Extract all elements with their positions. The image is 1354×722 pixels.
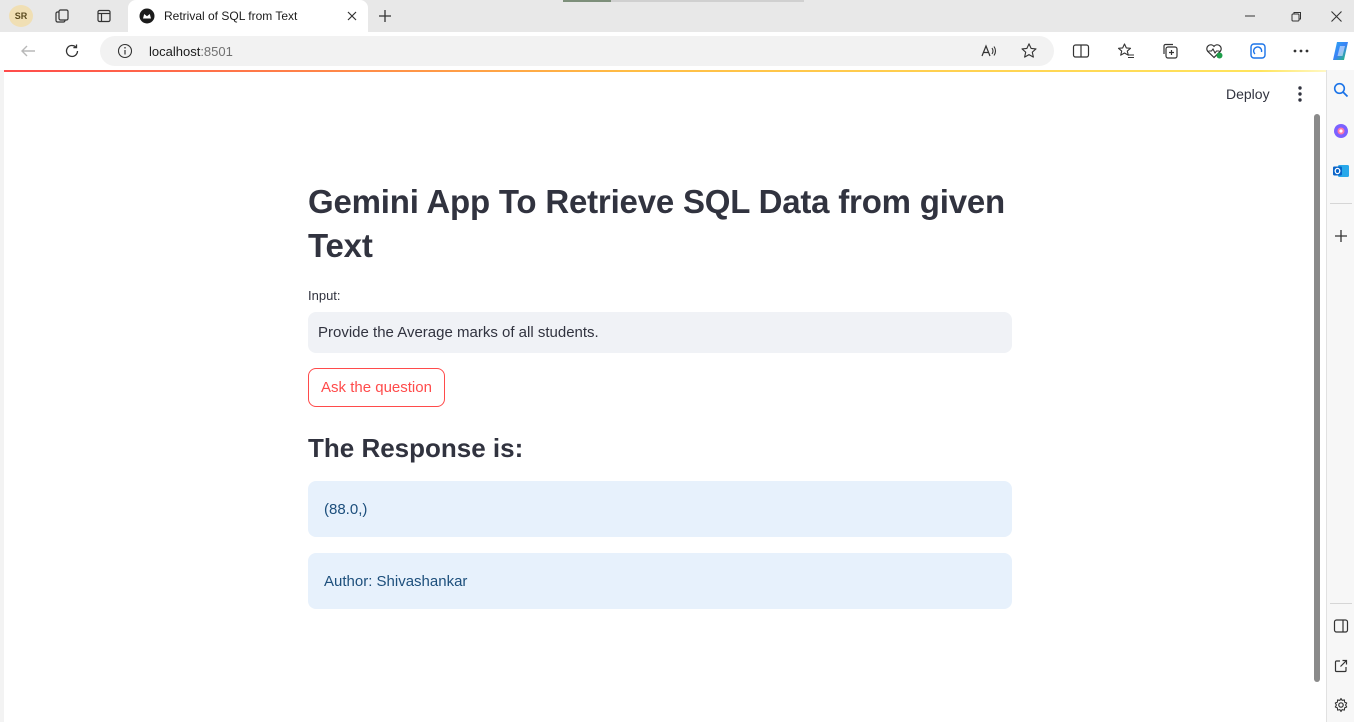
response-heading: The Response is:	[308, 433, 524, 463]
performance-icon[interactable]	[1244, 38, 1272, 64]
sidebar-divider	[1330, 203, 1352, 204]
address-host: localhost	[149, 44, 201, 59]
header-decoration-bar	[4, 70, 1326, 72]
main-menu-icon[interactable]	[1288, 83, 1312, 105]
close-window-icon[interactable]	[1319, 0, 1354, 32]
ask-question-button[interactable]: Ask the question	[308, 368, 445, 407]
add-icon[interactable]	[1331, 226, 1351, 246]
copilot-icon[interactable]	[1328, 38, 1354, 64]
info-icon[interactable]	[117, 43, 133, 59]
minimize-icon[interactable]	[1227, 0, 1273, 32]
drag-region-marker	[611, 0, 804, 2]
search-icon[interactable]	[1331, 80, 1351, 100]
question-input[interactable]	[308, 312, 1012, 353]
tab-strip: SR Retrival of SQL from Text	[0, 0, 1354, 32]
restore-icon[interactable]	[1273, 0, 1319, 32]
back-arrow-icon[interactable]	[14, 38, 42, 64]
response-box: (88.0,)	[308, 481, 1012, 537]
close-tab-icon[interactable]	[344, 8, 360, 24]
copilot-icon[interactable]	[1331, 121, 1351, 141]
author-text: Author: Shivashankar	[324, 572, 468, 590]
profile-avatar[interactable]: SR	[9, 5, 33, 27]
tab-title: Retrival of SQL from Text	[164, 9, 298, 23]
browser-toolbar: localhost:8501	[0, 32, 1354, 70]
drag-region-marker	[563, 0, 611, 2]
address-bar[interactable]: localhost:8501	[100, 36, 1054, 66]
streamlit-favicon-icon	[139, 8, 155, 24]
address-text[interactable]: localhost:8501	[149, 44, 233, 59]
refresh-icon[interactable]	[58, 38, 86, 64]
heart-pulse-icon[interactable]	[1200, 38, 1228, 64]
split-screen-icon[interactable]	[1067, 38, 1095, 64]
sidebar-toggle-icon[interactable]	[1331, 616, 1351, 636]
tab-actions-icon[interactable]	[92, 5, 116, 27]
favorites-icon[interactable]	[1112, 38, 1140, 64]
more-dots-icon[interactable]	[1287, 38, 1315, 64]
workspaces-icon[interactable]	[50, 5, 74, 27]
active-tab[interactable]: Retrival of SQL from Text	[128, 0, 368, 32]
sidebar-divider	[1330, 603, 1352, 604]
deploy-button[interactable]: Deploy	[1218, 83, 1278, 105]
star-icon[interactable]	[1019, 41, 1039, 61]
page-title: Gemini App To Retrieve SQL Data from giv…	[308, 183, 1005, 264]
page-scrollbar[interactable]	[1314, 114, 1320, 682]
read-aloud-icon[interactable]	[979, 41, 999, 61]
settings-icon[interactable]	[1331, 695, 1351, 715]
collections-icon[interactable]	[1156, 38, 1184, 64]
outlook-icon[interactable]	[1331, 161, 1351, 181]
external-link-icon[interactable]	[1331, 656, 1351, 676]
edge-sidebar	[1326, 70, 1354, 722]
address-port: :8501	[200, 44, 233, 59]
author-box: Author: Shivashankar	[308, 553, 1012, 609]
page-viewport: Deploy Gemini App To Retrieve SQL Data f…	[4, 70, 1326, 722]
response-value: (88.0,)	[324, 500, 368, 518]
new-tab-icon[interactable]	[374, 5, 396, 27]
input-label: Input:	[308, 288, 341, 303]
